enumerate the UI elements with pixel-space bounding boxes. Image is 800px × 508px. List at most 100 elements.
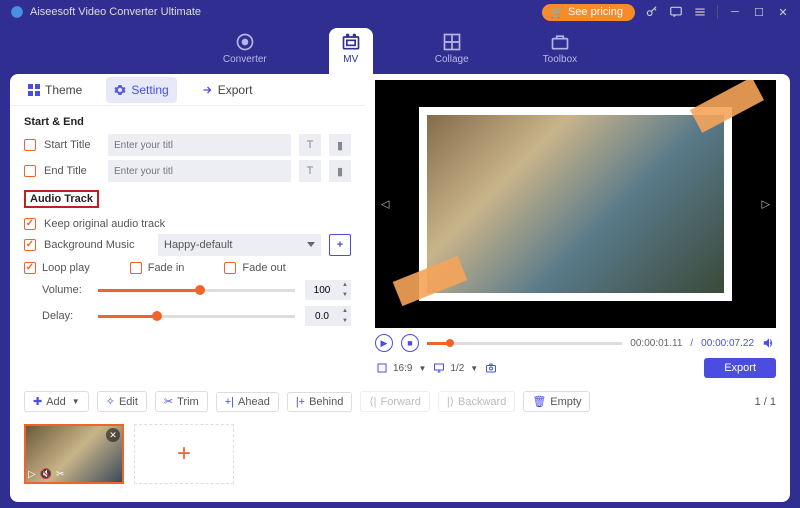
ahead-label: Ahead [238,396,270,408]
behind-label: Behind [309,396,343,408]
bgm-label: Background Music [44,239,150,251]
fadeout-label: Fade out [242,262,285,274]
fadeout-checkbox[interactable] [224,262,236,274]
add-button[interactable]: ✚Add▼ [24,391,89,412]
tab-setting[interactable]: Setting [106,77,176,103]
bgm-checkbox[interactable] [24,239,36,251]
behind-button[interactable]: |+Behind [287,392,353,412]
tab-export-label: Export [218,83,253,97]
nav-collage[interactable]: Collage [423,28,481,74]
nav-toolbox[interactable]: Toolbox [531,28,589,74]
gear-icon [114,84,126,96]
audio-track-head: Audio Track [24,190,99,208]
fadein-label: Fade in [148,262,185,274]
clip-thumbnail[interactable]: ✕ ▷ 🔇 ✂ [24,424,124,484]
app-logo-icon [10,5,24,19]
backward-label: Backward [458,396,506,408]
start-title-input[interactable] [108,134,291,156]
cart-icon: 🛒 [550,6,564,19]
ahead-icon: +| [225,396,234,408]
nav-converter-label: Converter [223,54,267,65]
clip-thumbnails: ✕ ▷ 🔇 ✂ + [10,418,790,496]
total-time: 00:00:07.22 [701,338,754,349]
minimize-button[interactable]: ─ [728,5,742,19]
collage-icon [442,32,462,52]
menu-icon[interactable] [693,5,707,19]
tab-theme[interactable]: Theme [20,77,90,103]
snapshot-button[interactable] [484,361,498,375]
thumb-play-icon[interactable]: ▷ [28,469,36,480]
start-title-color-button[interactable]: ▮ [329,134,351,156]
delay-value[interactable] [305,311,339,322]
end-title-color-button[interactable]: ▮ [329,160,351,182]
delay-up[interactable]: ▲ [339,306,351,316]
trim-button[interactable]: ✂Trim [155,391,208,412]
backward-icon: |⟩ [447,395,454,408]
wand-icon: ✧ [106,395,115,408]
volume-down[interactable]: ▼ [339,290,351,300]
preview-next-button[interactable]: ▷ [762,198,770,211]
top-nav: Converter MV Collage Toolbox [0,24,800,74]
delay-down[interactable]: ▼ [339,316,351,326]
close-button[interactable]: ✕ [776,5,790,19]
play-button[interactable]: ▶ [375,334,393,352]
key-icon[interactable] [645,5,659,19]
ahead-button[interactable]: +| Ahead [216,392,279,412]
feedback-icon[interactable] [669,5,683,19]
volume-icon[interactable] [762,336,776,350]
see-pricing-button[interactable]: 🛒 See pricing [542,4,635,21]
nav-mv[interactable]: MV [329,28,373,74]
tab-setting-label: Setting [131,83,168,97]
maximize-button[interactable]: ☐ [752,5,766,19]
camera-icon [484,361,498,375]
stop-button[interactable]: ■ [401,334,419,352]
scale-button[interactable]: 1/2▼ [432,361,478,375]
nav-converter[interactable]: Converter [211,28,279,74]
forward-icon: ⟨| [369,395,376,408]
start-title-label: Start Title [44,139,100,151]
app-title: Aiseesoft Video Converter Ultimate [30,6,201,18]
start-title-text-button[interactable]: T [299,134,321,156]
thumb-trim-icon[interactable]: ✂ [56,469,64,480]
aspect-ratio-button[interactable]: 16:9▼ [375,361,426,375]
start-title-checkbox[interactable] [24,139,36,151]
keep-audio-checkbox[interactable] [24,218,36,230]
delay-spinner[interactable]: ▲▼ [305,306,351,326]
crop-icon [375,361,389,375]
seek-slider[interactable] [427,342,622,345]
tab-export[interactable]: Export [193,77,261,103]
trim-label: Trim [177,396,199,408]
end-title-input[interactable] [108,160,291,182]
bgm-value: Happy-default [164,239,233,251]
delay-label: Delay: [42,310,88,322]
add-clip-placeholder[interactable]: + [134,424,234,484]
volume-value[interactable] [305,285,339,296]
end-title-text-button[interactable]: T [299,160,321,182]
clip-delete-button[interactable]: ✕ [106,428,120,442]
volume-up[interactable]: ▲ [339,280,351,290]
volume-spinner[interactable]: ▲▼ [305,280,351,300]
export-icon [201,84,213,96]
clip-toolbar: ✚Add▼ ✧ Edit ✂Trim +| Ahead |+Behind ⟨|For… [10,384,790,418]
monitor-icon [432,361,446,375]
bgm-dropdown[interactable]: Happy-default [158,234,321,256]
settings-panel: Theme Setting Export Start & End Start T… [10,74,365,384]
loop-checkbox[interactable] [24,262,36,274]
fadein-checkbox[interactable] [130,262,142,274]
bgm-add-button[interactable]: + [329,234,351,256]
volume-slider[interactable] [98,289,295,292]
empty-label: Empty [550,396,581,408]
edit-button[interactable]: ✧ Edit [97,391,147,412]
end-title-checkbox[interactable] [24,165,36,177]
empty-button[interactable]: 🗑Empty [523,391,590,412]
thumb-mute-icon[interactable]: 🔇 [40,469,52,480]
delay-slider[interactable] [98,315,295,318]
theme-icon [28,84,40,96]
main-panel: Theme Setting Export Start & End Start T… [10,74,790,502]
video-preview: ◁ ▷ [375,80,776,328]
edit-label: Edit [119,396,138,408]
export-button[interactable]: Export [704,358,776,378]
preview-prev-button[interactable]: ◁ [381,198,389,211]
titlebar: Aiseesoft Video Converter Ultimate 🛒 See… [0,0,800,24]
forward-button: ⟨|Forward [360,391,430,412]
